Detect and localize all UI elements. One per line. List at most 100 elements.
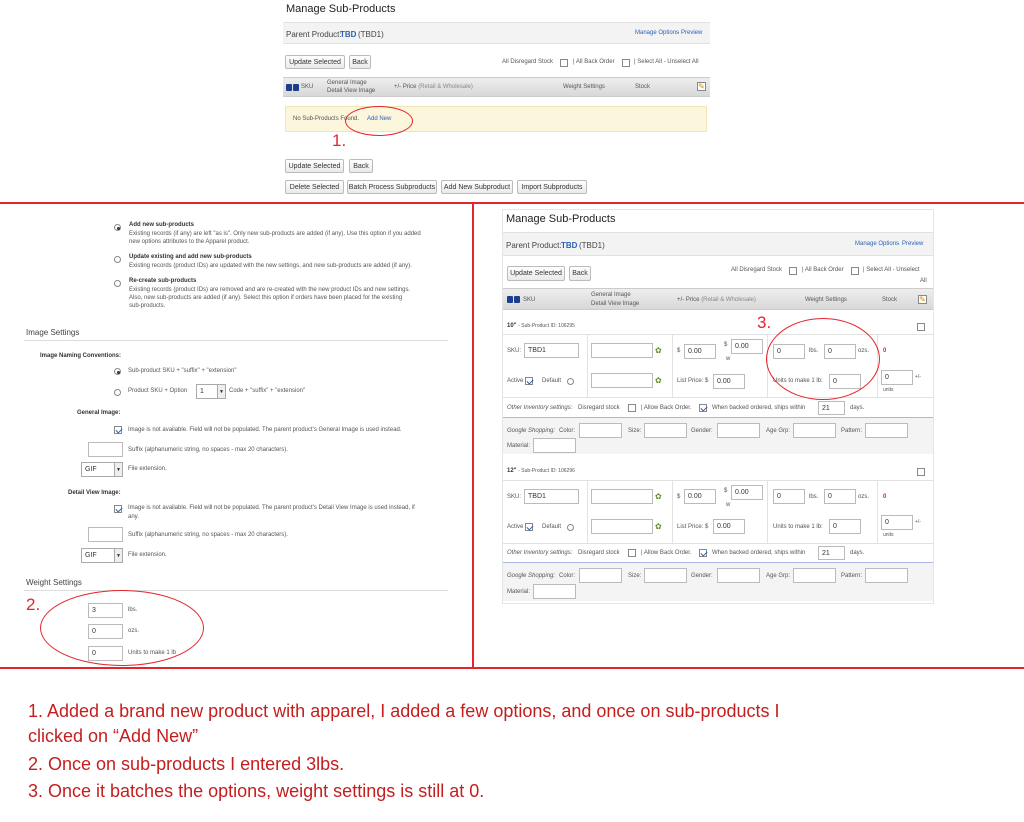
- item1-image-icon[interactable]: ✿: [655, 347, 664, 355]
- recreate-radio[interactable]: [114, 280, 121, 287]
- add-new-subproduct-button[interactable]: Add New Subproduct: [441, 180, 513, 194]
- item2-disregard-checkbox[interactable]: [628, 549, 636, 557]
- item2-list-price-input[interactable]: 0.00: [713, 519, 745, 534]
- all-disregard-checkbox[interactable]: [560, 59, 568, 67]
- right-preview-link[interactable]: Preview: [902, 241, 923, 247]
- item2-general-image-input[interactable]: [591, 489, 653, 504]
- item2-material-input[interactable]: [533, 584, 576, 599]
- right-all-disregard-checkbox[interactable]: [789, 267, 797, 275]
- item1-price2-input[interactable]: 0.00: [731, 339, 763, 354]
- item1-ships-input[interactable]: 21: [818, 401, 845, 415]
- select-all-link[interactable]: | Select All - Unselect All: [634, 59, 699, 65]
- naming-opt1-text: Sub-product SKU + "suffix" + "extension": [128, 368, 237, 374]
- item1-detail-image-input[interactable]: [591, 373, 653, 388]
- naming-opt2-text-b: Code + "suffix" + "extension": [229, 388, 306, 394]
- item1-color-input[interactable]: [579, 423, 622, 438]
- all-disregard-label: All Disregard Stock: [502, 59, 554, 65]
- item2-divider-d: [877, 480, 878, 544]
- annotation-circle-2: [40, 590, 204, 666]
- edit-icon[interactable]: ✎: [697, 82, 706, 91]
- delete-selected-button[interactable]: Delete Selected: [285, 180, 344, 194]
- update-selected-button[interactable]: Update Selected: [285, 55, 345, 69]
- right-select-all-link[interactable]: | Select All - Unselect: [863, 267, 920, 273]
- item2-dollar-2: $: [724, 488, 728, 494]
- naming-opt2-radio[interactable]: [114, 389, 121, 396]
- divider-top: [0, 202, 1024, 204]
- back-button[interactable]: Back: [349, 55, 371, 69]
- right-all-back-order-checkbox[interactable]: [851, 267, 859, 275]
- page-title: Manage Sub-Products: [286, 3, 396, 15]
- update-selected-button-2[interactable]: Update Selected: [285, 159, 344, 173]
- right-update-selected-button[interactable]: Update Selected: [507, 266, 565, 281]
- item2-age-input[interactable]: [793, 568, 836, 583]
- item1-active-checkbox[interactable]: [525, 377, 533, 385]
- item1-pattern-input[interactable]: [865, 423, 908, 438]
- detail-ext-select[interactable]: GIF ▼: [81, 548, 123, 563]
- item2-color-input[interactable]: [579, 568, 622, 583]
- option-select[interactable]: 1 ▼: [196, 384, 226, 399]
- item2-gender-input[interactable]: [717, 568, 760, 583]
- item2-color-label: Color:: [559, 573, 576, 579]
- batch-process-button[interactable]: Batch Process Subproducts: [347, 180, 437, 194]
- item2-price2-input[interactable]: 0.00: [731, 485, 763, 500]
- item2-select-checkbox[interactable]: [917, 468, 925, 476]
- item1-age-input[interactable]: [793, 423, 836, 438]
- item1-general-image-input[interactable]: [591, 343, 653, 358]
- item1-allow-back-checkbox[interactable]: [699, 404, 707, 412]
- item1-stock-input[interactable]: 0: [881, 370, 913, 385]
- import-subproducts-button[interactable]: Import Subproducts: [517, 180, 587, 194]
- item1-material-input[interactable]: [533, 438, 576, 453]
- item2-image-icon[interactable]: ✿: [655, 493, 664, 501]
- item2-sku-input[interactable]: TBD1: [524, 489, 579, 504]
- item1-list-price-input[interactable]: 0.00: [713, 374, 745, 389]
- item1-price-input[interactable]: 0.00: [684, 344, 716, 359]
- item1-disregard-checkbox[interactable]: [628, 404, 636, 412]
- general-ext-select[interactable]: GIF ▼: [81, 462, 123, 477]
- item2-units-label: Units to make 1 lb:: [773, 524, 823, 530]
- item1-default-label: Default: [542, 378, 562, 384]
- all-back-order-checkbox[interactable]: [622, 59, 630, 67]
- item2-units-input[interactable]: 0: [829, 519, 861, 534]
- item2-dollar: $: [677, 494, 681, 500]
- opt1-title: Add new sub-products: [129, 222, 194, 228]
- right-edit-icon[interactable]: ✎: [918, 295, 927, 304]
- right-parent-code[interactable]: TBD: [561, 241, 577, 250]
- section-rule-2: [24, 590, 448, 591]
- manage-options-link[interactable]: Manage Options: [635, 30, 679, 36]
- item2-price-input[interactable]: 0.00: [684, 489, 716, 504]
- update-existing-radio[interactable]: [114, 256, 121, 263]
- item1-size-label: Size:: [628, 428, 642, 434]
- item2-material-label: Material:: [507, 589, 531, 595]
- detail-ext-note: File extension.: [128, 552, 167, 558]
- item1-sku-input[interactable]: TBD1: [524, 343, 579, 358]
- item1-default-radio[interactable]: [567, 378, 574, 385]
- item1-select-checkbox[interactable]: [917, 323, 925, 331]
- item1-size-input[interactable]: [644, 423, 687, 438]
- general-suffix-input[interactable]: [88, 442, 123, 457]
- parent-code[interactable]: TBD: [340, 30, 356, 39]
- item2-ships-input[interactable]: 21: [818, 546, 845, 560]
- right-select-all-link-2[interactable]: All: [920, 278, 927, 284]
- general-image-checkbox[interactable]: [114, 426, 122, 434]
- item2-ozs-input[interactable]: 0: [824, 489, 856, 504]
- right-manage-options-link[interactable]: Manage Options: [855, 241, 899, 247]
- item2-pattern-label: Pattern:: [841, 573, 863, 579]
- item2-active-checkbox[interactable]: [525, 523, 533, 531]
- detail-image-checkbox[interactable]: [114, 505, 122, 513]
- detail-suffix-input[interactable]: [88, 527, 123, 542]
- item2-image-icon-2[interactable]: ✿: [655, 523, 664, 531]
- item2-pattern-input[interactable]: [865, 568, 908, 583]
- item2-detail-image-input[interactable]: [591, 519, 653, 534]
- item2-allow-back-checkbox[interactable]: [699, 549, 707, 557]
- naming-opt1-radio[interactable]: [114, 368, 121, 375]
- add-new-radio[interactable]: [114, 224, 121, 231]
- right-back-button[interactable]: Back: [569, 266, 591, 281]
- back-button-2[interactable]: Back: [349, 159, 373, 173]
- item2-lbs-input[interactable]: 0: [773, 489, 805, 504]
- item2-stock-input[interactable]: 0: [881, 515, 913, 530]
- item1-image-icon-2[interactable]: ✿: [655, 377, 664, 385]
- preview-link[interactable]: Preview: [681, 30, 702, 36]
- item2-default-radio[interactable]: [567, 524, 574, 531]
- item1-gender-input[interactable]: [717, 423, 760, 438]
- item2-size-input[interactable]: [644, 568, 687, 583]
